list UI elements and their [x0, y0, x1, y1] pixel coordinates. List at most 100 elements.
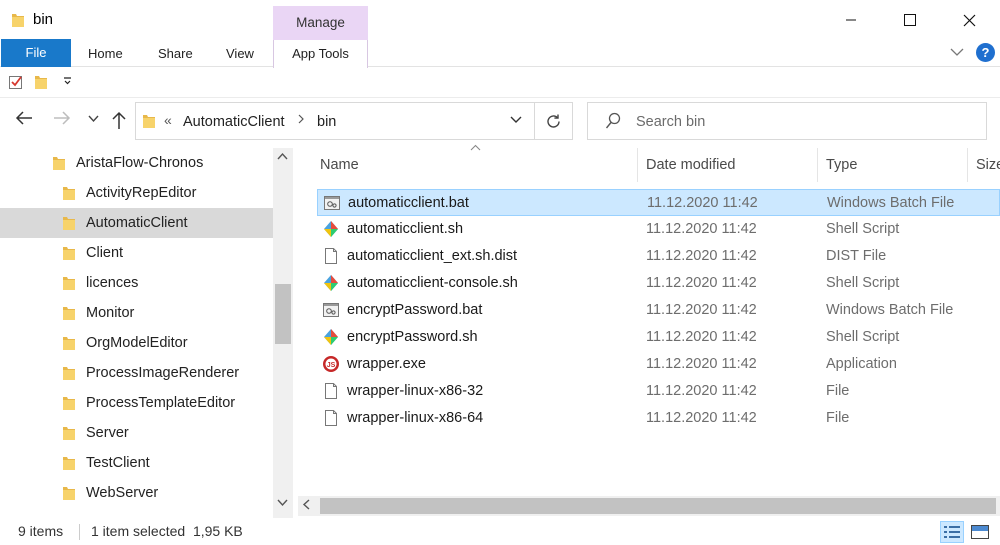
nav-item-processtemplateeditor[interactable]: ProcessTemplateEditor: [0, 388, 273, 418]
large-icons-view-button[interactable]: [968, 521, 992, 543]
column-divider[interactable]: [967, 148, 968, 182]
folder-icon: [62, 425, 76, 445]
nav-pane-scrollbar[interactable]: [273, 148, 293, 518]
file-date-modified: 11.12.2020 11:42: [646, 356, 757, 372]
tab-file[interactable]: File: [1, 39, 71, 67]
nav-item-licences[interactable]: licences: [0, 268, 273, 298]
column-header-name[interactable]: Name: [320, 148, 359, 182]
search-box[interactable]: [587, 102, 987, 140]
file-row[interactable]: wrapper-linux-x86-32 11.12.2020 11:42 File: [317, 378, 1000, 405]
nav-item-orgmodeleditor[interactable]: OrgModelEditor: [0, 328, 273, 358]
folder-icon: [52, 155, 66, 175]
file-row[interactable]: encryptPassword.bat 11.12.2020 11:42 Windo…: [317, 297, 1000, 324]
scroll-up-icon[interactable]: [277, 151, 288, 163]
nav-item-label: TestClient: [86, 455, 150, 471]
chevron-down-icon: [510, 116, 522, 123]
maximize-button[interactable]: [887, 0, 933, 40]
nav-item-testclient[interactable]: TestClient: [0, 448, 273, 478]
nav-item-label: Server: [86, 425, 129, 441]
folder-icon: [11, 12, 25, 31]
address-bar[interactable]: « AutomaticClient bin: [135, 102, 535, 140]
forward-button[interactable]: [53, 110, 71, 131]
file-row[interactable]: wrapper-linux-x86-64 11.12.2020 11:42 File: [317, 405, 1000, 432]
generic-file-icon: [322, 382, 340, 404]
folder-icon: [62, 365, 76, 385]
nav-item-aristaflow-chronos[interactable]: AristaFlow-Chronos: [0, 148, 273, 178]
tab-share[interactable]: Share: [158, 46, 193, 61]
status-bar: 9 items 1 item selected 1,95 KB: [0, 518, 1000, 545]
scrollbar-thumb[interactable]: [275, 284, 291, 344]
file-row[interactable]: JS wrapper.exe 11.12.2020 11:42 Application: [317, 351, 1000, 378]
file-row[interactable]: automaticclient.bat 11.12.2020 11:42 Windo…: [317, 189, 1000, 216]
up-button[interactable]: [111, 110, 127, 135]
breadcrumb-automaticclient[interactable]: AutomaticClient: [183, 114, 285, 130]
nav-item-label: ActivityRepEditor: [86, 185, 197, 201]
expand-ribbon-button[interactable]: [950, 45, 964, 60]
file-name: wrapper-linux-x86-64: [347, 410, 484, 426]
minimize-button[interactable]: [828, 0, 874, 40]
back-button[interactable]: [15, 110, 33, 131]
search-input[interactable]: [636, 111, 956, 133]
arrow-right-icon: [54, 111, 71, 125]
nav-item-label: ProcessTemplateEditor: [86, 395, 236, 411]
close-button[interactable]: [946, 0, 992, 40]
folder-icon: [62, 305, 76, 325]
file-date-modified: 11.12.2020 11:42: [646, 248, 757, 264]
scrollbar-thumb[interactable]: [320, 498, 996, 514]
scroll-left-icon[interactable]: [302, 499, 310, 513]
nav-item-automaticclient[interactable]: AutomaticClient: [0, 208, 273, 238]
column-header-type[interactable]: Type: [826, 148, 857, 182]
tab-home[interactable]: Home: [88, 46, 123, 61]
file-row[interactable]: encryptPassword.sh 11.12.2020 11:42 Shell …: [317, 324, 1000, 351]
tab-app-tools[interactable]: App Tools: [273, 40, 368, 68]
breadcrumb-separator-icon[interactable]: [298, 112, 305, 128]
file-row[interactable]: automaticclient-console.sh 11.12.2020 11:…: [317, 270, 1000, 297]
file-name: automaticclient.bat: [348, 195, 469, 211]
breadcrumb-overflow[interactable]: «: [164, 112, 172, 128]
nav-item-activityrepeditor[interactable]: ActivityRepEditor: [0, 178, 273, 208]
shell-script-icon: [322, 274, 340, 296]
file-date-modified: 11.12.2020 11:42: [646, 383, 757, 399]
folder-icon: [62, 395, 76, 415]
help-button[interactable]: ?: [976, 43, 995, 62]
breadcrumb-bin[interactable]: bin: [317, 114, 336, 130]
new-folder-icon[interactable]: [34, 74, 48, 93]
generic-file-icon: [322, 247, 340, 269]
nav-item-webserver[interactable]: WebServer: [0, 478, 273, 508]
file-row[interactable]: automaticclient_ext.sh.dist 11.12.2020 11…: [317, 243, 1000, 270]
customize-toolbar-button[interactable]: [63, 72, 72, 89]
selection-info: 1 item selected 1,95 KB: [91, 523, 243, 539]
nav-item-client[interactable]: Client: [0, 238, 273, 268]
file-name: automaticclient-console.sh: [347, 275, 518, 291]
item-count: 9 items: [18, 523, 64, 539]
nav-item-monitor[interactable]: Monitor: [0, 298, 273, 328]
large-icons-view-icon: [971, 525, 989, 539]
dropdown-arrow-icon: [64, 77, 71, 85]
column-divider[interactable]: [817, 148, 818, 182]
file-name: automaticclient_ext.sh.dist: [347, 248, 518, 264]
batch-file-icon: [323, 194, 341, 216]
folder-icon: [62, 335, 76, 355]
properties-icon[interactable]: [8, 74, 24, 93]
column-header-date-modified[interactable]: Date modified: [646, 148, 735, 182]
column-header-size[interactable]: Size: [976, 148, 1000, 182]
address-history-button[interactable]: [510, 115, 522, 127]
help-icon: ?: [981, 45, 990, 60]
file-list-scrollbar[interactable]: [298, 496, 1000, 516]
tab-view[interactable]: View: [226, 46, 254, 61]
column-divider[interactable]: [637, 148, 638, 182]
file-row[interactable]: automaticclient.sh 11.12.2020 11:42 Shell …: [317, 216, 1000, 243]
status-divider: [79, 524, 80, 540]
batch-file-icon: [322, 301, 340, 323]
file-type: File: [826, 410, 850, 426]
file-date-modified: 11.12.2020 11:42: [646, 329, 757, 345]
refresh-button[interactable]: [535, 102, 573, 140]
scroll-down-icon[interactable]: [277, 498, 288, 510]
nav-item-server[interactable]: Server: [0, 418, 273, 448]
recent-locations-button[interactable]: [88, 114, 99, 126]
generic-file-icon: [322, 409, 340, 431]
nav-item-processimagerenderer[interactable]: ProcessImageRenderer: [0, 358, 273, 388]
app-exe-icon: JS: [322, 355, 340, 377]
details-view-button[interactable]: [940, 521, 964, 543]
folder-icon: [142, 113, 156, 132]
